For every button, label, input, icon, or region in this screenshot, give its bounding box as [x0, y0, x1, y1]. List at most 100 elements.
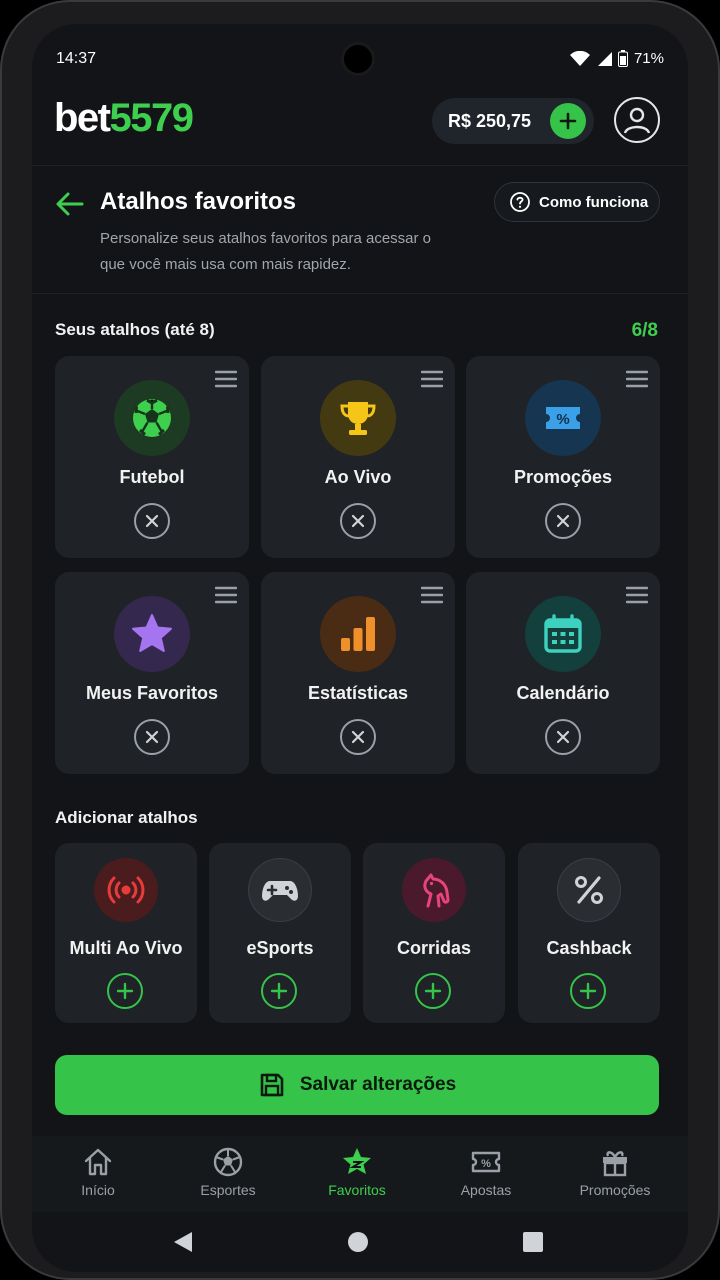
- star-badge-icon: [343, 1148, 371, 1174]
- logo-part-a: bet: [54, 96, 111, 140]
- nav-item-inicio[interactable]: Início: [38, 1146, 158, 1198]
- remove-shortcut-button[interactable]: [340, 503, 376, 539]
- ticket-percent-icon: %: [546, 407, 580, 429]
- floppy-disk-icon: [260, 1073, 284, 1097]
- soccer-ball-icon: [213, 1147, 243, 1177]
- add-icon-circle: [557, 858, 621, 922]
- favorite-card-promocoes[interactable]: % Promoções: [466, 356, 660, 558]
- add-icon-circle: [94, 858, 158, 922]
- gamepad-icon: [262, 881, 298, 901]
- wifi-icon: [569, 50, 590, 66]
- remove-shortcut-button[interactable]: [340, 719, 376, 755]
- status-icons: 71%: [569, 50, 664, 67]
- back-arrow-icon[interactable]: [54, 188, 86, 220]
- system-navigation-bar: [32, 1212, 688, 1272]
- svg-text:%: %: [481, 1158, 491, 1170]
- close-icon: [351, 514, 365, 528]
- favorite-icon-circle: [320, 596, 396, 672]
- drag-handle-icon[interactable]: [215, 370, 237, 388]
- favorite-card-estatisticas[interactable]: Estatísticas: [261, 572, 455, 774]
- plus-icon: [424, 982, 442, 1000]
- bottom-navigation: Início Esportes Favoritos % Apostas Prom…: [32, 1136, 688, 1212]
- remove-shortcut-button[interactable]: [545, 503, 581, 539]
- nav-item-promocoes[interactable]: Promoções: [555, 1146, 675, 1198]
- camera-cutout: [341, 42, 375, 76]
- battery-icon: [617, 50, 628, 67]
- nav-label: Promoções: [579, 1182, 651, 1198]
- how-it-works-label: Como funciona: [539, 193, 649, 211]
- signal-icon: [597, 51, 612, 66]
- gift-icon: [603, 1151, 627, 1177]
- add-shortcut-button[interactable]: [261, 973, 297, 1009]
- add-card-corridas[interactable]: Corridas: [363, 843, 505, 1023]
- favorite-card-ao-vivo[interactable]: Ao Vivo: [261, 356, 455, 558]
- soccer-ball-icon: [133, 398, 171, 437]
- drag-handle-icon[interactable]: [215, 586, 237, 604]
- plus-icon: [559, 112, 577, 130]
- page-subtitle: Personalize seus atalhos favoritos para …: [100, 230, 432, 273]
- favorite-card-meus-favoritos[interactable]: Meus Favoritos: [55, 572, 249, 774]
- add-card-esports[interactable]: eSports: [209, 843, 351, 1023]
- add-icon-circle: [248, 858, 312, 922]
- profile-button[interactable]: [614, 97, 660, 143]
- close-icon: [556, 730, 570, 744]
- favorite-label: Promoções: [513, 467, 613, 487]
- favorite-label: Futebol: [119, 467, 185, 487]
- logo-part-b: 5579: [109, 96, 194, 140]
- favorite-icon-circle: %: [525, 380, 601, 456]
- add-shortcut-button[interactable]: [570, 973, 606, 1009]
- drag-handle-icon[interactable]: [626, 586, 648, 604]
- remove-shortcut-button[interactable]: [545, 719, 581, 755]
- how-it-works-button[interactable]: Como funciona: [494, 182, 660, 222]
- favorite-label: Estatísticas: [307, 683, 409, 703]
- nav-label: Favoritos: [328, 1182, 386, 1198]
- nav-item-favoritos[interactable]: Favoritos: [297, 1146, 417, 1198]
- save-button-label: Salvar alterações: [299, 1074, 457, 1095]
- add-label: Multi Ao Vivo: [69, 938, 183, 958]
- nav-item-esportes[interactable]: Esportes: [168, 1146, 288, 1198]
- save-button[interactable]: Salvar alterações: [55, 1055, 659, 1115]
- percent-icon: [575, 876, 603, 904]
- nav-item-apostas[interactable]: % Apostas: [426, 1146, 546, 1198]
- add-card-multi-ao-vivo[interactable]: Multi Ao Vivo: [55, 843, 197, 1023]
- favorite-card-futebol[interactable]: Futebol: [55, 356, 249, 558]
- close-icon: [556, 514, 570, 528]
- favorite-icon-circle: [114, 380, 190, 456]
- back-triangle-icon[interactable]: [172, 1230, 194, 1254]
- favorite-icon-circle: [320, 380, 396, 456]
- close-icon: [145, 514, 159, 528]
- remove-shortcut-button[interactable]: [134, 719, 170, 755]
- favorites-section-label: Seus atalhos (até 8): [55, 320, 215, 339]
- favorite-icon-circle: [525, 596, 601, 672]
- nav-label: Esportes: [200, 1182, 256, 1198]
- page-title: Atalhos favoritos: [100, 188, 297, 215]
- add-shortcut-button[interactable]: [107, 973, 143, 1009]
- balance-pill[interactable]: R$ 250,75: [432, 98, 594, 144]
- add-section-label: Adicionar atalhos: [55, 808, 198, 827]
- drag-handle-icon[interactable]: [421, 370, 443, 388]
- home-circle-icon[interactable]: [346, 1230, 370, 1254]
- drag-handle-icon[interactable]: [421, 586, 443, 604]
- add-shortcut-button[interactable]: [415, 973, 451, 1009]
- add-label: Corridas: [396, 938, 472, 958]
- brand-logo[interactable]: bet5579: [54, 96, 194, 141]
- plus-icon: [579, 982, 597, 1000]
- favorite-label: Meus Favoritos: [85, 683, 219, 703]
- close-icon: [145, 730, 159, 744]
- add-label: Cashback: [546, 938, 632, 958]
- phone-frame: 14:37 71% bet5579 R$ 250,75 Atalhos favo…: [0, 0, 720, 1280]
- nav-label: Início: [81, 1182, 115, 1198]
- add-label: eSports: [246, 938, 314, 958]
- status-bar: 14:37 71%: [32, 24, 688, 94]
- drag-handle-icon[interactable]: [626, 370, 648, 388]
- favorite-label: Ao Vivo: [324, 467, 392, 487]
- live-broadcast-icon: [107, 876, 145, 904]
- deposit-button[interactable]: [550, 103, 586, 139]
- star-icon: [132, 614, 172, 652]
- recents-square-icon[interactable]: [522, 1231, 544, 1253]
- add-card-cashback[interactable]: Cashback: [518, 843, 660, 1023]
- favorite-card-calendario[interactable]: Calendário: [466, 572, 660, 774]
- bar-chart-icon: [341, 617, 375, 651]
- remove-shortcut-button[interactable]: [134, 503, 170, 539]
- trophy-icon: [340, 402, 376, 435]
